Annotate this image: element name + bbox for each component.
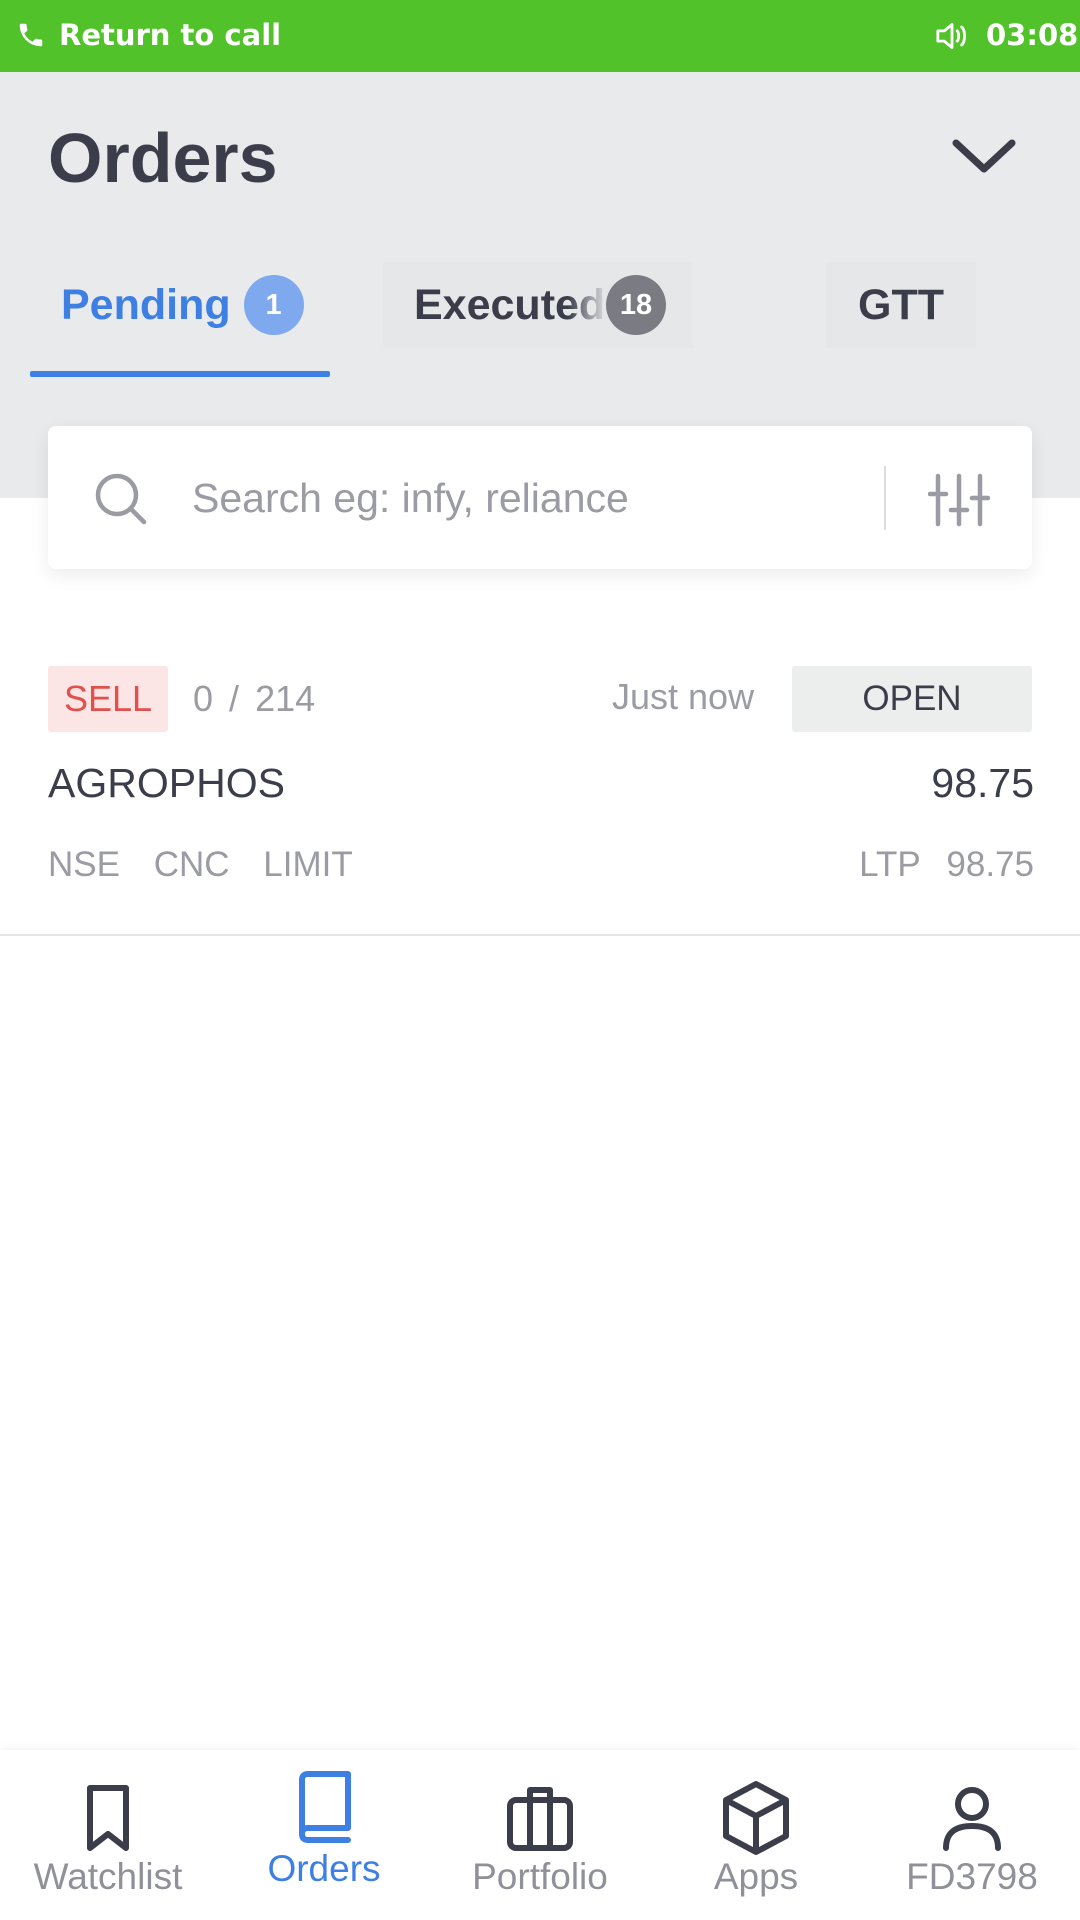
nav-portfolio[interactable]: Portfolio: [432, 1750, 648, 1920]
clock: 03:08: [986, 18, 1079, 52]
order-price: 98.75: [931, 760, 1034, 806]
user-icon: [943, 1787, 1001, 1851]
page-title: Orders: [48, 119, 278, 197]
order-symbol: AGROPHOS: [48, 760, 285, 806]
active-tab-indicator: [30, 371, 330, 377]
total-quantity: 214: [255, 678, 316, 719]
search-input[interactable]: [190, 464, 914, 532]
bottom-nav: Watchlist Orders Portfolio Apps FD3798: [0, 1750, 1080, 1920]
nav-portfolio-label: Portfolio: [472, 1856, 608, 1897]
pending-count-badge: 1: [243, 275, 304, 335]
search-icon: [95, 473, 147, 525]
ltp: LTP 98.75: [859, 845, 1034, 885]
nav-orders-label: Orders: [267, 1848, 381, 1889]
order-row[interactable]: SELL 0 / 214 Just now OPEN AGROPHOS 98.7…: [0, 640, 1080, 936]
tab-pending-label: Pending: [61, 280, 231, 329]
nav-orders[interactable]: Orders: [216, 1750, 432, 1920]
nav-account[interactable]: FD3798: [864, 1750, 1080, 1920]
cube-icon: [723, 1781, 789, 1855]
nav-watchlist-label: Watchlist: [33, 1856, 183, 1897]
tab-fade: [568, 262, 608, 348]
ltp-value: 98.75: [946, 845, 1034, 884]
bookmark-icon: [87, 1785, 129, 1851]
order-time: Just now: [612, 676, 755, 717]
executed-count-badge: 18: [606, 275, 666, 335]
quantity-separator: /: [229, 678, 240, 719]
ltp-label: LTP: [859, 845, 921, 884]
tab-executed[interactable]: Executed 18: [383, 262, 693, 348]
sliders-icon[interactable]: [928, 472, 990, 528]
tab-pending[interactable]: Pending 1: [30, 262, 330, 348]
order-quantity: 0 / 214: [193, 678, 315, 720]
product-label: CNC: [153, 845, 230, 884]
status-bar[interactable]: Return to call 03:08: [0, 0, 1080, 72]
filled-quantity: 0: [193, 678, 214, 719]
speaker-icon: [936, 23, 966, 49]
search-divider: [884, 466, 886, 530]
order-type-label: LIMIT: [263, 845, 353, 884]
order-meta: NSE CNC LIMIT: [48, 845, 377, 885]
return-to-call-label[interactable]: Return to call: [59, 18, 281, 52]
search-bar: [48, 426, 1032, 569]
nav-account-label: FD3798: [906, 1856, 1038, 1897]
exchange-label: NSE: [48, 845, 120, 884]
tab-gtt[interactable]: GTT: [826, 262, 976, 348]
nav-watchlist[interactable]: Watchlist: [0, 1750, 216, 1920]
briefcase-icon: [507, 1787, 573, 1851]
nav-apps-label: Apps: [713, 1856, 799, 1897]
nav-apps[interactable]: Apps: [648, 1750, 864, 1920]
chevron-down-icon[interactable]: [950, 135, 1018, 177]
book-icon: [299, 1771, 351, 1843]
phone-icon: [19, 23, 43, 47]
side-badge: SELL: [48, 666, 168, 732]
tab-gtt-label: GTT: [858, 280, 944, 329]
status-badge: OPEN: [792, 666, 1032, 732]
